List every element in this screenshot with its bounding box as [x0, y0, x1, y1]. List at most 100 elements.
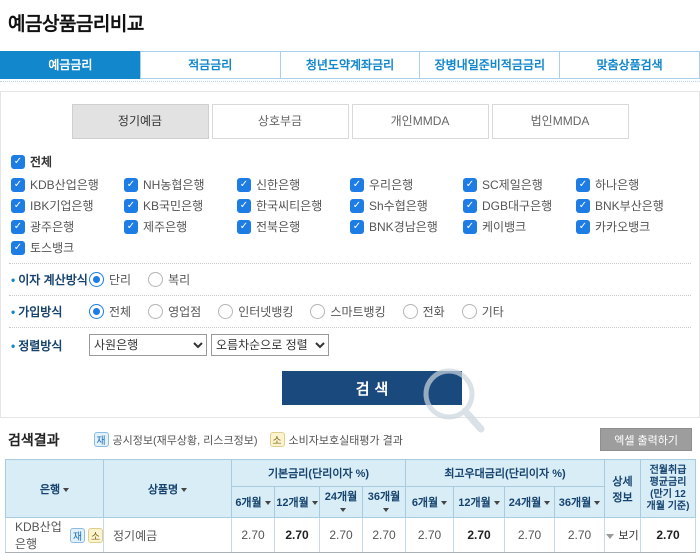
- bank-checkbox-kb[interactable]: KB국민은행: [124, 197, 237, 214]
- tab-deposit-rate[interactable]: 예금금리: [0, 51, 141, 79]
- col-header-max-24m[interactable]: 24개월: [504, 486, 555, 518]
- sort-arrow-icon: [493, 501, 500, 505]
- bank-checkbox-bnk-busan[interactable]: BNK부산은행: [576, 197, 689, 214]
- col-header-base-36m[interactable]: 36개월: [362, 486, 406, 518]
- col-header-max-6m[interactable]: 6개월: [405, 486, 454, 518]
- checkbox-checked-icon[interactable]: [463, 198, 477, 213]
- bank-checkbox-gwangju[interactable]: 광주은행: [11, 218, 124, 235]
- legend-disclosure: 재 공시정보(재무상황, 리스크정보): [93, 432, 258, 448]
- checkbox-checked-icon[interactable]: [237, 219, 251, 234]
- bank-checkbox-jeju[interactable]: 제주은행: [124, 218, 237, 235]
- bank-checkbox-sh[interactable]: Sh수협은행: [350, 197, 463, 214]
- bank-checkbox-dgb[interactable]: DGB대구은행: [463, 197, 576, 214]
- radio-icon[interactable]: [148, 304, 164, 319]
- radio-selected-icon[interactable]: [89, 304, 104, 319]
- cell-base-6m: 2.70: [231, 517, 275, 553]
- tab-youth-account-rate[interactable]: 청년도약계좌금리: [279, 51, 421, 79]
- checkbox-checked-icon[interactable]: [576, 219, 590, 234]
- radio-join-etc[interactable]: 기타: [461, 303, 504, 320]
- checkbox-checked-icon[interactable]: [124, 219, 138, 234]
- radio-join-all[interactable]: 전체: [89, 303, 131, 320]
- tab-soldier-savings-rate[interactable]: 장병내일준비적금금리: [419, 51, 561, 79]
- sort-arrow-icon: [311, 501, 318, 505]
- bank-all-checkbox-row[interactable]: 전체: [11, 153, 689, 170]
- page-title: 예금상품금리비교: [8, 14, 144, 35]
- bank-grid: KDB산업은행 NH농협은행 신한은행 우리은행 SC제일은행 하나은행 IBK…: [11, 176, 689, 256]
- tab-custom-product-search[interactable]: 맞춤상품검색: [559, 51, 700, 79]
- bank-checkbox-toss[interactable]: 토스뱅크: [11, 239, 124, 256]
- radio-join-internet[interactable]: 인터넷뱅킹: [218, 303, 293, 320]
- sort-target-select[interactable]: 사원은행: [89, 334, 207, 356]
- checkbox-checked-icon[interactable]: [11, 198, 25, 213]
- checkbox-checked-icon[interactable]: [463, 177, 477, 192]
- subtab-mutual-installment[interactable]: 상호부금: [211, 104, 349, 139]
- bank-checkbox-ibk[interactable]: IBK기업은행: [11, 197, 124, 214]
- checkbox-checked-icon[interactable]: [350, 177, 364, 192]
- radio-icon[interactable]: [218, 304, 234, 319]
- interest-calc-row: • 이자 계산방식 단리 복리: [1, 264, 699, 295]
- checkbox-checked-icon[interactable]: [11, 154, 25, 169]
- bank-checkbox-hana[interactable]: 하나은행: [576, 176, 689, 193]
- subtab-personal-mmda[interactable]: 개인MMDA: [351, 104, 489, 139]
- checkbox-checked-icon[interactable]: [350, 219, 364, 234]
- radio-compound-interest[interactable]: 복리: [148, 271, 190, 288]
- radio-icon[interactable]: [402, 304, 418, 319]
- bank-checkbox-kbank[interactable]: 케이뱅크: [463, 218, 576, 235]
- col-header-max-36m[interactable]: 36개월: [554, 486, 605, 518]
- col-header-bank[interactable]: 은행: [5, 459, 104, 518]
- checkbox-checked-icon[interactable]: [237, 198, 251, 213]
- join-method-row: • 가입방식 전체 영업점 인터넷뱅킹 스마트뱅킹 전화 기타: [1, 296, 699, 327]
- bank-checkbox-kdb[interactable]: KDB산업은행: [11, 176, 124, 193]
- bank-checkbox-kakao[interactable]: 카카오뱅크: [576, 218, 689, 235]
- radio-icon[interactable]: [461, 304, 477, 319]
- sort-arrow-icon: [339, 508, 346, 512]
- bank-checkbox-bnk-gyeongnam[interactable]: BNK경남은행: [350, 218, 463, 235]
- cell-bank: KDB산업은행 재 소: [5, 517, 104, 553]
- radio-simple-interest[interactable]: 단리: [89, 271, 131, 288]
- radio-selected-icon[interactable]: [89, 272, 104, 287]
- radio-icon[interactable]: [310, 304, 326, 319]
- view-detail-button[interactable]: 보기: [606, 530, 639, 542]
- checkbox-checked-icon[interactable]: [576, 177, 590, 192]
- radio-icon[interactable]: [148, 272, 164, 287]
- subtab-corporate-mmda[interactable]: 법인MMDA: [491, 104, 629, 139]
- checkbox-checked-icon[interactable]: [124, 177, 138, 192]
- checkbox-checked-icon[interactable]: [463, 219, 477, 234]
- col-header-base-24m[interactable]: 24개월: [319, 486, 363, 518]
- sort-row: • 정렬방식 사원은행 오름차순으로 정렬: [1, 328, 699, 362]
- bank-checkbox-sc[interactable]: SC제일은행: [463, 176, 576, 193]
- checkbox-checked-icon[interactable]: [350, 198, 364, 213]
- cell-product: 정기예금: [103, 517, 232, 553]
- checkbox-checked-icon[interactable]: [11, 219, 25, 234]
- checkbox-checked-icon[interactable]: [237, 177, 251, 192]
- disclosure-badge-icon[interactable]: 재: [70, 527, 85, 543]
- excel-export-button[interactable]: 엑셀 출력하기: [600, 428, 692, 451]
- bank-checkbox-shinhan[interactable]: 신한은행: [237, 176, 350, 193]
- search-area: 검색: [282, 368, 485, 433]
- sort-order-select[interactable]: 오름차순으로 정렬: [211, 334, 329, 356]
- product-type-buttons: 정기예금 상호부금 개인MMDA 법인MMDA: [1, 104, 699, 139]
- col-header-max-12m[interactable]: 12개월: [453, 486, 505, 518]
- tab-savings-rate[interactable]: 적금금리: [139, 51, 281, 79]
- radio-join-phone[interactable]: 전화: [402, 303, 445, 320]
- checkbox-checked-icon[interactable]: [11, 240, 25, 255]
- col-header-base-12m[interactable]: 12개월: [274, 486, 320, 518]
- sort-arrow-icon: [382, 508, 389, 512]
- col-group-base-rate: 기본금리(단리이자 %): [231, 459, 406, 487]
- checkbox-checked-icon[interactable]: [11, 177, 25, 192]
- col-header-product[interactable]: 상품명: [103, 459, 232, 518]
- cell-max-36m: 2.70: [554, 517, 605, 553]
- radio-join-branch[interactable]: 영업점: [148, 303, 201, 320]
- bank-checkbox-jeonbuk[interactable]: 전북은행: [237, 218, 350, 235]
- radio-join-smart[interactable]: 스마트뱅킹: [310, 303, 386, 320]
- checkbox-checked-icon[interactable]: [576, 198, 590, 213]
- cell-max-12m: 2.70: [453, 517, 505, 553]
- consumer-badge-icon[interactable]: 소: [88, 527, 103, 543]
- subtab-term-deposit[interactable]: 정기예금: [71, 104, 209, 139]
- bank-checkbox-citi[interactable]: 한국씨티은행: [237, 197, 350, 214]
- col-header-base-6m[interactable]: 6개월: [231, 486, 275, 518]
- checkbox-checked-icon[interactable]: [124, 198, 138, 213]
- search-button[interactable]: 검색: [282, 371, 462, 405]
- bank-checkbox-nh[interactable]: NH농협은행: [124, 176, 237, 193]
- bank-checkbox-woori[interactable]: 우리은행: [350, 176, 463, 193]
